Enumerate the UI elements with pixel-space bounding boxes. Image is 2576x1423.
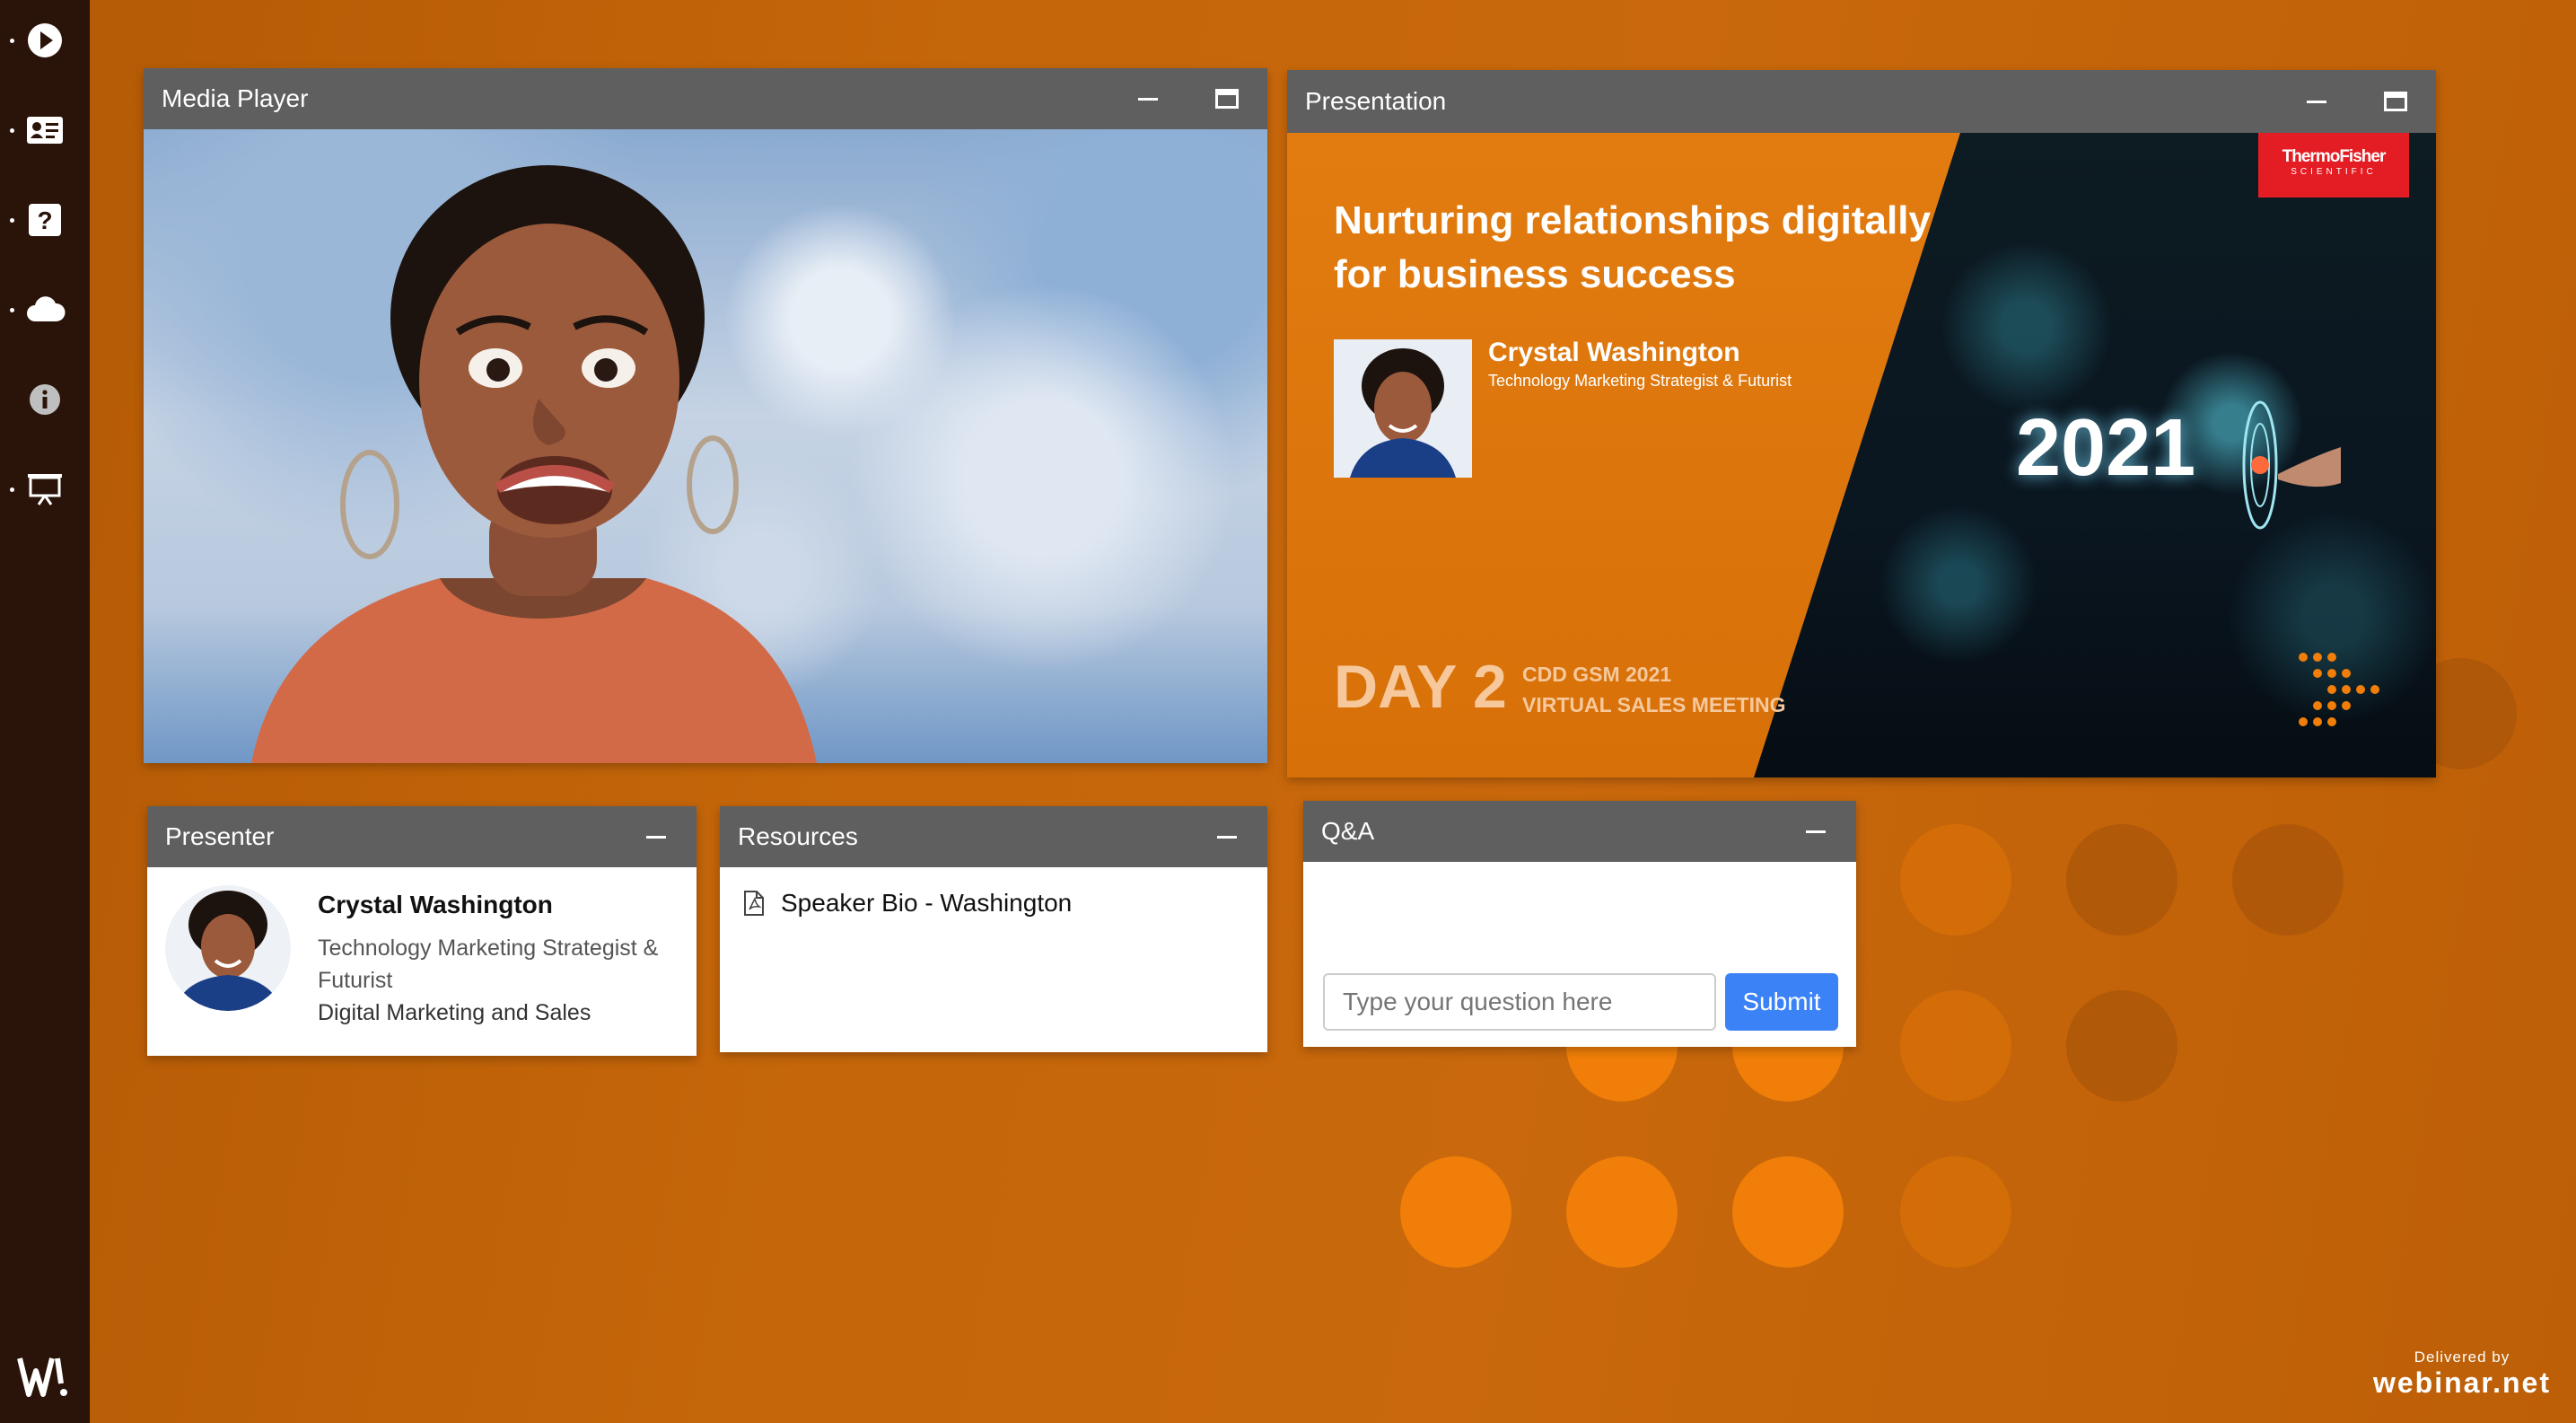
sidebar: ?: [0, 0, 90, 1423]
presenter-video-frame: [251, 165, 817, 763]
resource-item[interactable]: Speaker Bio - Washington: [743, 889, 1072, 918]
presenter-details: Technology Marketing Strategist & Futuri…: [318, 932, 658, 1029]
presentation-slide: Nurturing relationships digitally for bu…: [1287, 133, 2436, 777]
resources-panel: Resources Speaker Bio - Washington: [720, 806, 1267, 1052]
contact-card-icon: [27, 117, 63, 144]
presentation-panel: Presentation Nurturing relationships dig…: [1287, 70, 2436, 777]
minus-icon: [2307, 100, 2326, 103]
video-stream[interactable]: [144, 129, 1267, 763]
decor-dot: [1400, 1156, 1511, 1268]
minus-icon: [1138, 97, 1158, 101]
presenter-avatar[interactable]: [165, 885, 291, 1011]
decor-dot: [2232, 824, 2344, 935]
sidebar-bullet: [10, 39, 14, 43]
maximize-icon: [2384, 92, 2407, 111]
decor-dot: [1900, 824, 2011, 935]
pdf-file-icon: [744, 891, 764, 916]
slide-event: CDD GSM 2021 VIRTUAL SALES MEETING: [1522, 659, 1786, 720]
panel-title: Q&A: [1321, 817, 1375, 845]
slide-speaker-photo: [1334, 339, 1472, 478]
presenter-body: Crystal Washington Technology Marketing …: [147, 867, 697, 1056]
webinar-logo-icon[interactable]: [14, 1346, 74, 1405]
presenter-department: Digital Marketing and Sales: [318, 1000, 591, 1025]
question-icon: ?: [29, 204, 61, 236]
decor-dot: [1566, 1156, 1678, 1268]
decor-dot: [2066, 824, 2177, 935]
thermofisher-logo: ThermoFisher SCIENTIFIC: [2258, 133, 2409, 198]
play-icon: [28, 23, 62, 57]
minimize-button[interactable]: [1793, 809, 1838, 854]
cloud-icon: [27, 296, 66, 321]
slide-year: 2021: [2016, 403, 2196, 493]
delivered-by-brand: webinar.net: [2372, 1366, 2551, 1399]
resources-list: Speaker Bio - Washington: [720, 867, 1267, 1052]
sidebar-bullet: [10, 488, 14, 492]
sidebar-item-presentation[interactable]: [0, 458, 90, 521]
qa-header: Q&A: [1303, 801, 1856, 862]
delivered-by-badge[interactable]: Delivered by webinar.net: [2373, 1348, 2551, 1400]
qa-panel: Q&A Submit: [1303, 801, 1856, 1047]
decor-dot: [1732, 1156, 1844, 1268]
brand-sub: SCIENTIFIC: [2291, 167, 2377, 177]
slide-event-line: CDD GSM 2021: [1522, 663, 1672, 686]
submit-button[interactable]: Submit: [1725, 973, 1838, 1031]
minimize-button[interactable]: [2294, 79, 2339, 124]
panel-title: Resources: [738, 822, 858, 850]
slide-headline-line: for business success: [1334, 252, 1736, 296]
qa-body: Submit: [1303, 862, 1856, 1047]
maximize-icon: [1215, 89, 1239, 109]
decor-dot: [2066, 990, 2177, 1102]
minimize-button[interactable]: [1205, 814, 1249, 859]
slide-day-label: DAY 2: [1334, 653, 1507, 721]
sidebar-item-resources[interactable]: [0, 278, 90, 341]
presenter-panel: Presenter Crystal Washington Technology …: [147, 806, 697, 1056]
sidebar-item-presenter[interactable]: [0, 99, 90, 162]
presentation-header: Presentation: [1287, 70, 2436, 133]
presenter-role: Technology Marketing Strategist &: [318, 935, 659, 961]
presenter-role: Futurist: [318, 968, 393, 993]
media-player-panel: Media Player: [144, 68, 1267, 763]
panel-title: Presenter: [165, 822, 275, 850]
sidebar-item-media[interactable]: [0, 9, 90, 72]
slide-headline-line: Nurturing relationships digitally: [1334, 198, 1931, 242]
slide-speaker-name: Crystal Washington: [1488, 338, 1740, 367]
slide-speaker-title: Technology Marketing Strategist & Futuri…: [1488, 372, 1792, 390]
minus-icon: [1806, 830, 1826, 833]
minimize-button[interactable]: [1126, 76, 1170, 121]
brand-name: ThermoFisher: [2282, 147, 2387, 166]
info-icon: [30, 384, 60, 415]
sidebar-bullet: [10, 218, 14, 223]
presenter-name: Crystal Washington: [318, 891, 553, 918]
minimize-button[interactable]: [634, 814, 679, 859]
slide-event-line: VIRTUAL SALES MEETING: [1522, 693, 1786, 716]
panel-title: Media Player: [162, 84, 309, 112]
presenter-header: Presenter: [147, 806, 697, 867]
resources-header: Resources: [720, 806, 1267, 867]
minus-icon: [1217, 835, 1237, 839]
slide-hud-graphic: [2242, 400, 2341, 530]
decor-dot: [1900, 1156, 2011, 1268]
question-input[interactable]: [1323, 973, 1716, 1031]
maximize-button[interactable]: [1205, 76, 1249, 121]
delivered-by-text: Delivered by: [2414, 1348, 2510, 1366]
minus-icon: [646, 835, 666, 839]
slide-arrow-dots: [2299, 653, 2379, 726]
maximize-button[interactable]: [2373, 79, 2418, 124]
resource-label: Speaker Bio - Washington: [781, 889, 1073, 917]
media-player-header: Media Player: [144, 68, 1267, 129]
sidebar-bullet: [10, 128, 14, 133]
presentation-icon: [28, 474, 62, 505]
slide-headline: Nurturing relationships digitally for bu…: [1334, 194, 1931, 302]
sidebar-item-qa[interactable]: ?: [0, 189, 90, 251]
sidebar-item-info[interactable]: [0, 368, 90, 431]
sidebar-bullet: [10, 308, 14, 312]
svg-text:?: ?: [37, 206, 52, 234]
panel-title: Presentation: [1305, 87, 1447, 115]
decor-dot: [1900, 990, 2011, 1102]
